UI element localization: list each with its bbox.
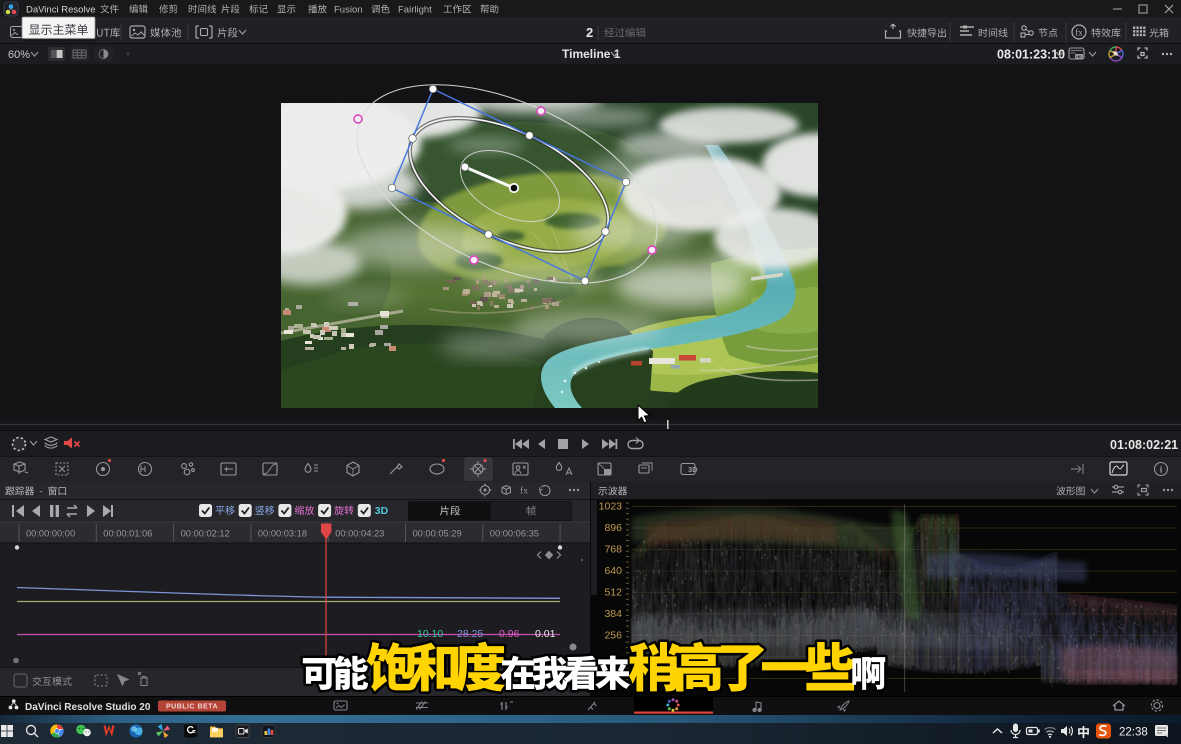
svg-text:DaVinci Resolve Studio 20: DaVinci Resolve Studio 20 [25,702,151,713]
svg-text:3D: 3D [375,505,389,517]
svg-text:00:00:00:00: 00:00:00:00 [26,529,75,539]
svg-text:640: 640 [604,565,622,577]
svg-text:fx: fx [520,486,528,497]
svg-text:00:00:04:23: 00:00:04:23 [335,529,384,539]
svg-text:08:01:23:10: 08:01:23:10 [997,48,1065,62]
svg-text:22:38: 22:38 [1119,727,1148,739]
svg-text:28.25: 28.25 [457,628,483,640]
svg-text:00:00:03:18: 00:00:03:18 [258,529,307,539]
svg-text:2: 2 [586,25,593,40]
svg-text:512: 512 [604,587,622,599]
svg-text:10.10: 10.10 [417,628,443,640]
svg-text:768: 768 [604,544,622,556]
svg-text:i: i [1160,465,1163,475]
svg-text:896: 896 [604,522,622,534]
svg-text:00:00:06:35: 00:00:06:35 [490,529,539,539]
svg-text:PUBLIC BETA: PUBLIC BETA [166,704,218,711]
svg-text:0.01: 0.01 [535,628,556,640]
svg-text:Fusion: Fusion [334,5,363,16]
svg-text:Fairlight: Fairlight [398,5,432,16]
svg-text:384: 384 [604,608,622,620]
svg-text:DaVinci Resolve: DaVinci Resolve [26,5,96,16]
svg-text:256: 256 [604,630,622,642]
svg-text:0.96: 0.96 [499,628,520,640]
svg-text:00:00:05:29: 00:00:05:29 [413,529,462,539]
svg-text:3D: 3D [688,465,698,474]
svg-text:1023: 1023 [599,501,623,513]
svg-text:60%: 60% [8,49,30,61]
svg-text:01:08:02:21: 01:08:02:21 [1110,438,1178,452]
svg-text:00:00:02:12: 00:00:02:12 [181,529,230,539]
svg-text:00:00:01:06: 00:00:01:06 [103,529,152,539]
svg-text:HD: HD [1076,55,1082,59]
svg-text:fx: fx [1075,28,1083,38]
